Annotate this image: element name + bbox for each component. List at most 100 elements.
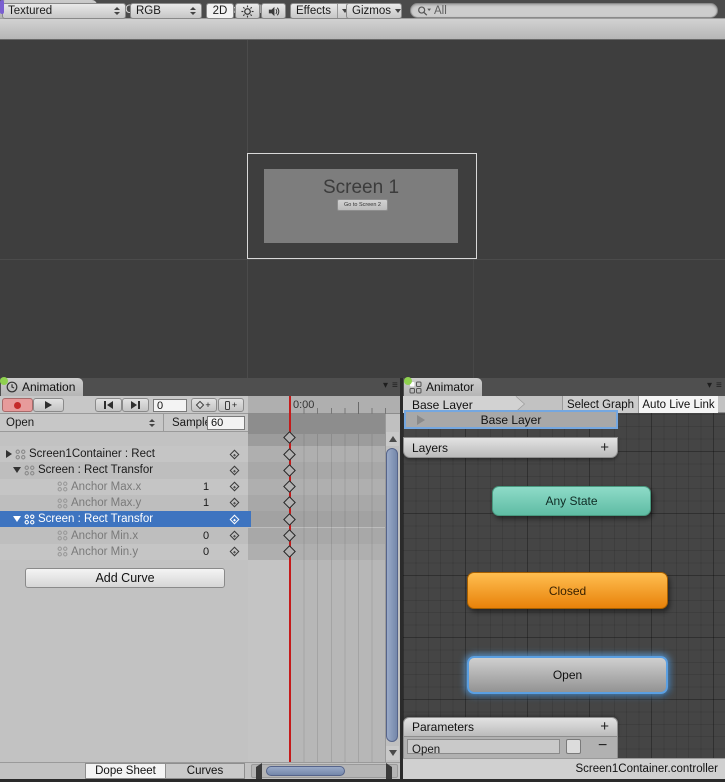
controller-name: Screen1Container.controller [575,763,718,775]
vertical-scroll-thumb[interactable] [386,448,398,742]
shading-mode-dropdown[interactable]: Textured [2,3,126,19]
search-input[interactable] [434,5,684,17]
row-keyframe-icon[interactable] [230,547,240,557]
remove-parameter-button[interactable]: − [598,737,607,755]
foldout-expanded-icon[interactable] [13,467,21,473]
parameter-name-field[interactable] [407,739,560,754]
rect-transform-icon [15,449,26,460]
scroll-up-button[interactable] [386,432,399,446]
corner-artifact [0,0,4,14]
state-node-open[interactable]: Open [467,656,668,694]
curves-tab[interactable]: Curves [165,763,245,779]
parameter-name-input[interactable] [408,744,559,757]
plus-glyph: + [205,401,210,410]
dropdown-arrows-icon [114,7,120,15]
layer-play-icon [417,415,425,425]
property-row-anchor-max-y[interactable]: Anchor Max.y 1 [0,495,248,511]
go-to-screen2-button[interactable]: Go to Screen 2 [337,199,388,211]
scene-lighting-button[interactable] [235,3,260,19]
render-channels-dropdown[interactable]: RGB [130,3,202,19]
add-curve-button[interactable]: Add Curve [25,568,225,588]
last-key-button[interactable] [122,398,149,412]
tab-animator-label: Animator [426,380,474,394]
add-event-button[interactable]: + [218,398,244,412]
row-keyframe-icon[interactable] [230,449,240,459]
foldout-collapsed-icon[interactable] [6,450,12,458]
property-row-anchor-max-x[interactable]: Anchor Max.x 1 [0,479,248,495]
clip-name: Open [6,417,34,429]
add-layer-button[interactable]: + [600,441,609,455]
row-keyframe-icon[interactable] [230,498,240,508]
state-node-any-state[interactable]: Any State [492,486,651,516]
row-keyframe-icon[interactable] [230,465,240,475]
go-to-screen2-label: Go to Screen 2 [344,202,381,208]
dope-sheet-tab[interactable]: Dope Sheet [85,763,166,779]
gizmos-dropdown[interactable]: Gizmos [346,3,402,19]
property-row-screen-rect-selected[interactable]: Screen : Rect Transfor [0,511,248,527]
scroll-down-button[interactable] [386,746,399,760]
animator-menu-lines-icon[interactable]: ≡ [716,381,722,391]
animator-menu-caret-icon[interactable]: ▾ [707,381,712,391]
layers-bar[interactable]: Layers + [403,437,618,458]
horizontal-scroll-thumb[interactable] [266,766,345,776]
parameter-checkbox[interactable] [566,739,581,754]
dropdown-arrows-icon [149,419,155,427]
state-node-closed[interactable]: Closed [467,572,668,609]
open-label: Open [553,668,582,682]
row-label: Anchor Min.x [71,530,138,542]
tab-animator[interactable]: Animator [404,378,482,396]
rect-transform-icon [57,498,68,509]
search-icon [417,5,431,17]
screen1-title: Screen 1 [264,177,458,199]
dope-sheet-header-band [248,414,385,434]
row-keyframe-icon[interactable] [230,531,240,541]
scroll-up-icon [389,436,397,442]
effects-dropdown[interactable]: Effects [290,3,352,19]
row-label: Anchor Max.y [71,497,141,509]
skip-start-tri [107,401,113,409]
scene-audio-button[interactable] [261,3,286,19]
base-layer-label: Base Layer [481,413,542,427]
row-keyframe-icon[interactable] [230,514,240,524]
property-row-screen-rect[interactable]: Screen : Rect Transfor [0,462,248,478]
property-row-anchor-min-y[interactable]: Anchor Min.y 0 [0,544,248,560]
record-icon [14,402,21,409]
clip-dropdown[interactable]: Open [0,414,164,432]
unity-editor: # Scene Game Console Textured RGB 2D [0,0,725,782]
closed-label: Closed [549,584,586,598]
dope-sheet-gridlines [290,434,385,762]
add-keyframe-button[interactable]: + [191,398,217,412]
sample-rate-field[interactable] [207,416,245,430]
scene-search[interactable] [410,3,718,18]
tab-animation[interactable]: Animation [1,378,83,396]
2d-toggle-button[interactable]: 2D [206,3,234,19]
row-keyframe-icon[interactable] [230,482,240,492]
animation-menu-lines-icon[interactable]: ≡ [392,381,398,391]
row-value: 1 [203,497,225,509]
gizmos-label: Gizmos [352,5,391,17]
row-label: Screen1Container : Rect [29,448,155,460]
foldout-expanded-icon[interactable] [13,516,21,522]
animation-menu-caret-icon[interactable]: ▾ [383,381,388,391]
dope-sheet-pre-time-area [248,560,290,762]
bottom-dock-headerbar [0,378,725,396]
rect-transform-icon [57,546,68,557]
property-row-anchor-min-x[interactable]: Anchor Min.x 0 [0,527,248,543]
rect-transform-icon [57,530,68,541]
play-icon [45,401,52,409]
render-channels-label: RGB [136,5,161,17]
curves-tab-label: Curves [187,765,223,777]
parameters-bar[interactable]: Parameters + [403,717,618,737]
property-row-screen1container[interactable]: Screen1Container : Rect [0,446,248,462]
skip-start-icon [104,401,106,409]
first-key-button[interactable] [95,398,122,412]
gizmos-caret-icon [395,9,401,13]
frame-field[interactable] [153,399,187,412]
add-parameter-button[interactable]: + [600,720,609,734]
event-marker-icon [225,401,230,410]
base-layer-item[interactable]: Base Layer [404,410,618,429]
record-button[interactable] [2,398,33,412]
play-button[interactable] [33,398,64,412]
2d-label: 2D [213,5,228,17]
auto-live-link-button[interactable]: Auto Live Link [638,396,718,413]
